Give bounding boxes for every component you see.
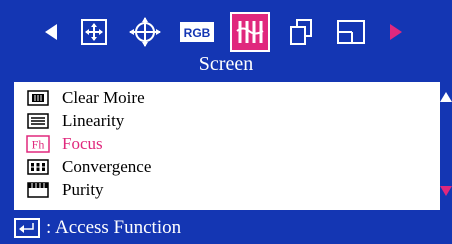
- menu-item-label: Focus: [62, 134, 103, 153]
- scroll-up-icon[interactable]: [440, 92, 452, 102]
- clear-moire-icon: [26, 89, 50, 107]
- position-icon[interactable]: [78, 12, 110, 52]
- menu-item-label: Purity: [62, 180, 104, 199]
- size-icon[interactable]: [128, 12, 162, 52]
- svg-text:RGB: RGB: [184, 26, 211, 40]
- menu-item-clear-moire[interactable]: Clear Moire: [26, 86, 145, 110]
- arrow-left-icon[interactable]: [38, 12, 64, 52]
- menu-item-label: Linearity: [62, 111, 125, 130]
- footer-text: : Access Function: [46, 217, 182, 238]
- scroll-down-icon[interactable]: [440, 186, 452, 196]
- copy-icon[interactable]: [286, 12, 316, 52]
- convergence-icon: [26, 158, 50, 176]
- focus-icon: Fh: [26, 135, 50, 153]
- menu-item-linearity[interactable]: Linearity: [26, 109, 124, 133]
- menu-list: Clear Moire Linearity Fh Focus Convergen…: [14, 82, 452, 210]
- menu-item-focus[interactable]: Fh Focus: [26, 132, 103, 156]
- arrow-right-icon[interactable]: [384, 12, 408, 52]
- menu-item-label: Convergence: [62, 157, 152, 176]
- osd-icon-bar: RGB Screen: [0, 0, 452, 78]
- section-title: Screen: [198, 53, 254, 75]
- svg-text:Fh: Fh: [32, 138, 45, 152]
- menu-item-convergence[interactable]: Convergence: [26, 155, 151, 179]
- menu-item-purity[interactable]: Purity: [26, 178, 104, 202]
- purity-icon: [26, 181, 50, 199]
- screen-icon[interactable]: [230, 12, 270, 52]
- footer: : Access Function: [0, 212, 452, 244]
- rgb-icon[interactable]: RGB: [178, 12, 216, 52]
- menu-item-label: Clear Moire: [62, 88, 145, 107]
- osd-window: RGB Screen Clear Moire Linearity Fh Focu…: [0, 0, 452, 244]
- linearity-icon: [26, 112, 50, 130]
- enter-icon: [14, 218, 40, 238]
- window-icon[interactable]: [334, 12, 368, 52]
